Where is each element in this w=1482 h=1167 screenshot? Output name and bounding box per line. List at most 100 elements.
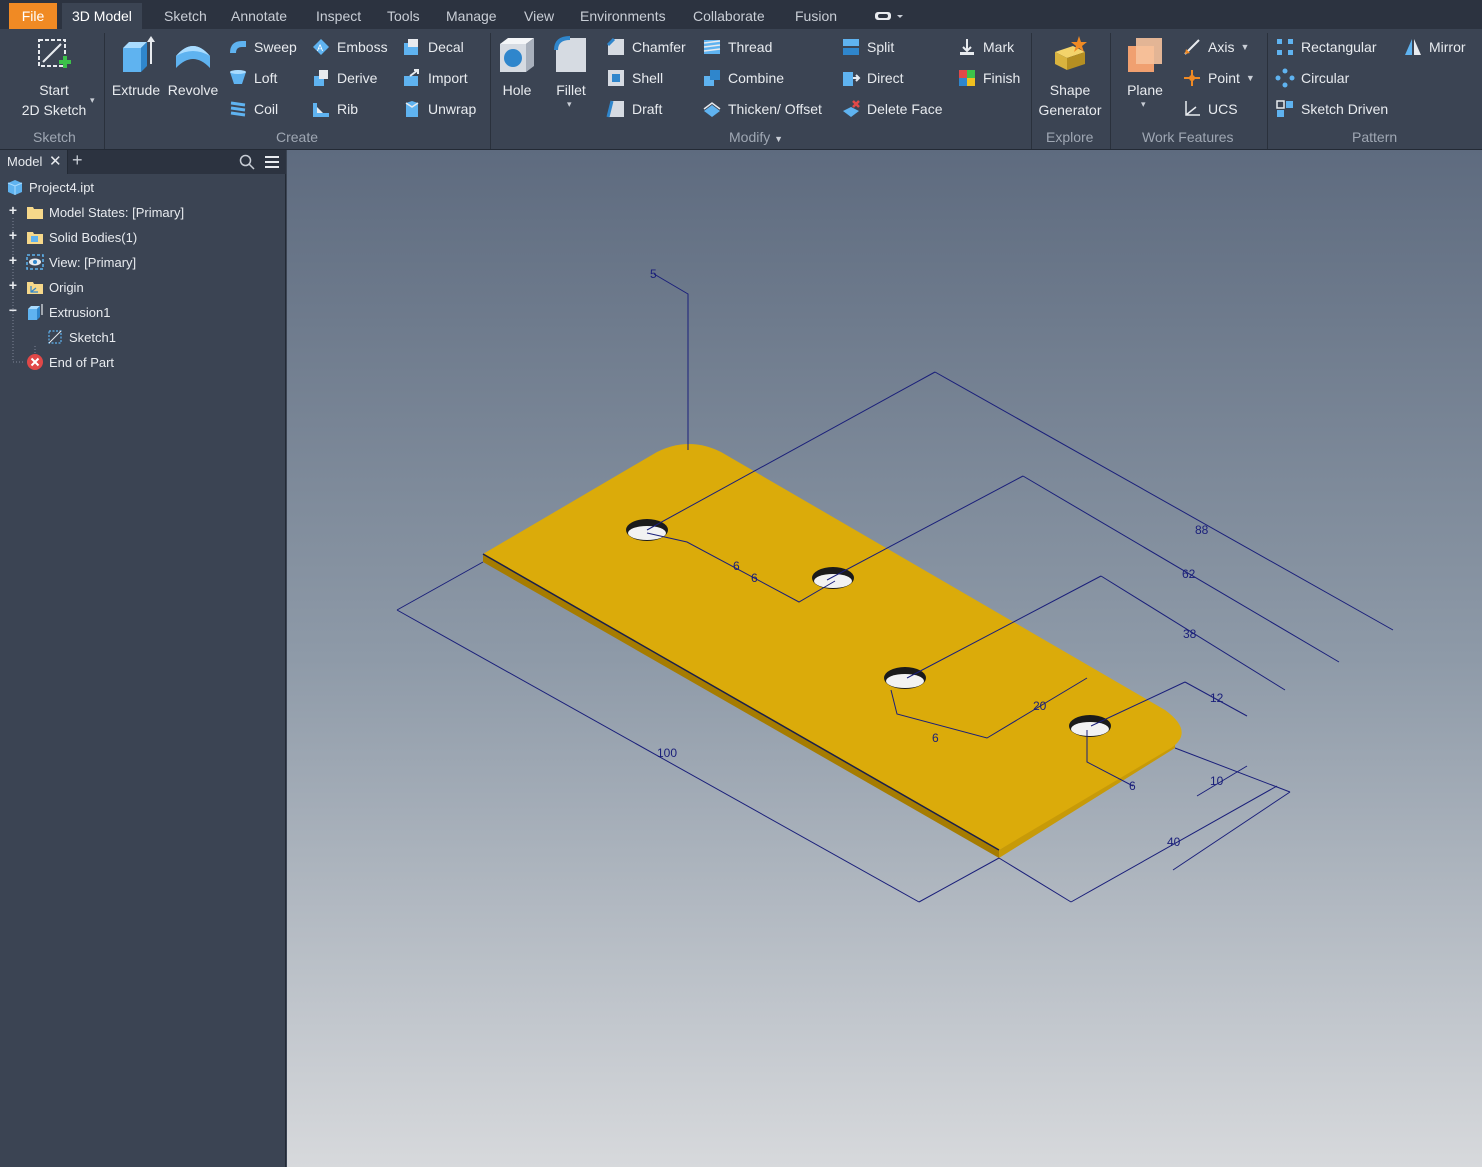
extrude-button[interactable]: Extrude (108, 34, 164, 100)
point-button[interactable]: Point ▼ (1182, 68, 1255, 88)
thread-button[interactable]: Thread (702, 37, 772, 57)
fillet-label: Fillet (556, 82, 586, 98)
tab-fusion[interactable]: Fusion (785, 3, 847, 29)
rectangular-pattern-button[interactable]: Rectangular (1275, 37, 1377, 57)
fillet-button[interactable]: Fillet (548, 34, 594, 100)
view-toggle-icon[interactable] (874, 8, 908, 24)
expand-icon[interactable]: + (7, 252, 19, 268)
chamfer-button[interactable]: Chamfer (606, 37, 686, 57)
hole-button[interactable]: Hole (494, 34, 540, 100)
direct-button[interactable]: Direct (841, 68, 904, 88)
tab-annotate[interactable]: Annotate (221, 3, 297, 29)
tree-item-view[interactable]: View: [Primary] (26, 251, 136, 273)
revolve-button[interactable]: Revolve (165, 34, 221, 100)
browser-tab-model[interactable]: Model ✕ (0, 150, 68, 174)
ucs-icon (1185, 101, 1200, 116)
decal-button[interactable]: Decal (402, 37, 464, 57)
fillet-dropdown-icon[interactable]: ▾ (567, 99, 572, 110)
unwrap-icon (405, 101, 419, 117)
tree-item-origin[interactable]: Origin (26, 276, 84, 298)
tab-collaborate[interactable]: Collaborate (683, 3, 775, 29)
tab-tools[interactable]: Tools (377, 3, 430, 29)
axis-button[interactable]: Axis ▼ (1182, 37, 1249, 57)
expand-icon[interactable]: + (7, 277, 19, 293)
tab-3d-model[interactable]: 3D Model (62, 3, 142, 29)
plane-icon (1128, 38, 1162, 72)
model-canvas[interactable]: 5 88 62 38 12 6 6 20 6 100 10 6 40 (287, 150, 1482, 1167)
extrude-icon (123, 36, 155, 72)
ucs-button[interactable]: UCS (1182, 99, 1238, 119)
shape-generator-label-1: Shape (1049, 82, 1091, 98)
add-tab-icon[interactable]: + (72, 150, 83, 171)
tree-item-label: Solid Bodies(1) (49, 229, 138, 245)
mark-button[interactable]: Mark (957, 37, 1014, 57)
tab-inspect[interactable]: Inspect (306, 3, 371, 29)
import-button[interactable]: Import (402, 68, 468, 88)
tab-sketch[interactable]: Sketch (154, 3, 217, 29)
loft-button[interactable]: Loft (228, 68, 277, 88)
combine-button[interactable]: Combine (702, 68, 784, 88)
tree-item-label: Origin (49, 279, 84, 295)
draft-button[interactable]: Draft (606, 99, 662, 119)
tab-file[interactable]: File (9, 3, 57, 29)
tree-item-solid-bodies[interactable]: Solid Bodies(1) (26, 226, 137, 248)
derive-button[interactable]: Derive (311, 68, 377, 88)
tree-item-extrusion1[interactable]: Extrusion1 (26, 301, 110, 323)
finish-label: Finish (983, 70, 1021, 86)
start-sketch-dropdown-icon[interactable]: ▾ (90, 95, 95, 106)
dimension-label: 20 (1033, 699, 1047, 713)
expand-icon[interactable]: + (7, 202, 19, 218)
finish-button[interactable]: Finish (957, 68, 1020, 88)
emboss-button[interactable]: A Emboss (311, 37, 388, 57)
mirror-button[interactable]: Mirror (1403, 37, 1466, 57)
fillet-icon (554, 36, 586, 72)
mirror-label: Mirror (1429, 39, 1466, 55)
shape-generator-icon (1055, 36, 1087, 70)
expand-icon[interactable]: + (7, 227, 19, 243)
part-file-icon (7, 180, 23, 195)
panel-title-work-features[interactable]: Work Features (1142, 129, 1234, 145)
shell-icon (608, 70, 624, 86)
search-icon[interactable] (239, 154, 255, 170)
panel-title-explore[interactable]: Explore (1046, 129, 1093, 145)
shape-generator-button[interactable]: Shape Generator (1034, 34, 1106, 120)
sweep-button[interactable]: Sweep (228, 37, 297, 57)
plane-button[interactable]: Plane (1120, 34, 1170, 100)
menu-icon[interactable] (264, 155, 280, 169)
unwrap-button[interactable]: Unwrap (402, 99, 476, 119)
sketch-driven-pattern-button[interactable]: Sketch Driven (1275, 99, 1388, 119)
browser-tab-label: Model (7, 154, 43, 169)
delete-face-button[interactable]: Delete Face (841, 99, 942, 119)
tree-item-sketch1[interactable]: Sketch1 (46, 326, 116, 348)
collapse-icon[interactable]: − (7, 302, 19, 318)
panel-title-pattern[interactable]: Pattern (1352, 129, 1397, 145)
panel-separator (104, 33, 105, 149)
panel-title-modify[interactable]: Modify ▼ (729, 129, 783, 145)
start-sketch-label-2: 2D Sketch (21, 102, 87, 118)
close-icon[interactable]: ✕ (49, 152, 62, 170)
tree-item-end-of-part[interactable]: End of Part (26, 351, 114, 373)
thicken-offset-button[interactable]: Thicken/ Offset (702, 99, 822, 119)
shape-generator-label-2: Generator (1038, 102, 1102, 118)
tree-item-model-states[interactable]: Model States: [Primary] (26, 201, 184, 223)
graphics-viewport[interactable]: 5 88 62 38 12 6 6 20 6 100 10 6 40 (287, 150, 1482, 1167)
circular-pattern-button[interactable]: Circular (1275, 68, 1349, 88)
tab-view[interactable]: View (514, 3, 564, 29)
axis-icon (1184, 39, 1200, 55)
plane-dropdown-icon[interactable]: ▾ (1141, 99, 1146, 110)
start-2d-sketch-button[interactable]: Start 2D Sketch (14, 34, 94, 120)
tab-manage[interactable]: Manage (436, 3, 507, 29)
shell-button[interactable]: Shell (606, 68, 663, 88)
end-of-part-icon (27, 354, 43, 370)
unwrap-label: Unwrap (428, 101, 477, 117)
coil-button[interactable]: Coil (228, 99, 278, 119)
point-dropdown-icon[interactable]: ▼ (1246, 73, 1255, 83)
extrude-label: Extrude (111, 82, 161, 98)
rib-button[interactable]: Rib (311, 99, 358, 119)
split-button[interactable]: Split (841, 37, 894, 57)
tree-item-part-file[interactable]: Project4.ipt (6, 176, 94, 198)
axis-dropdown-icon[interactable]: ▼ (1240, 42, 1249, 52)
tab-environments[interactable]: Environments (570, 3, 676, 29)
panel-title-create[interactable]: Create (276, 129, 318, 145)
panel-title-sketch[interactable]: Sketch (33, 129, 76, 145)
